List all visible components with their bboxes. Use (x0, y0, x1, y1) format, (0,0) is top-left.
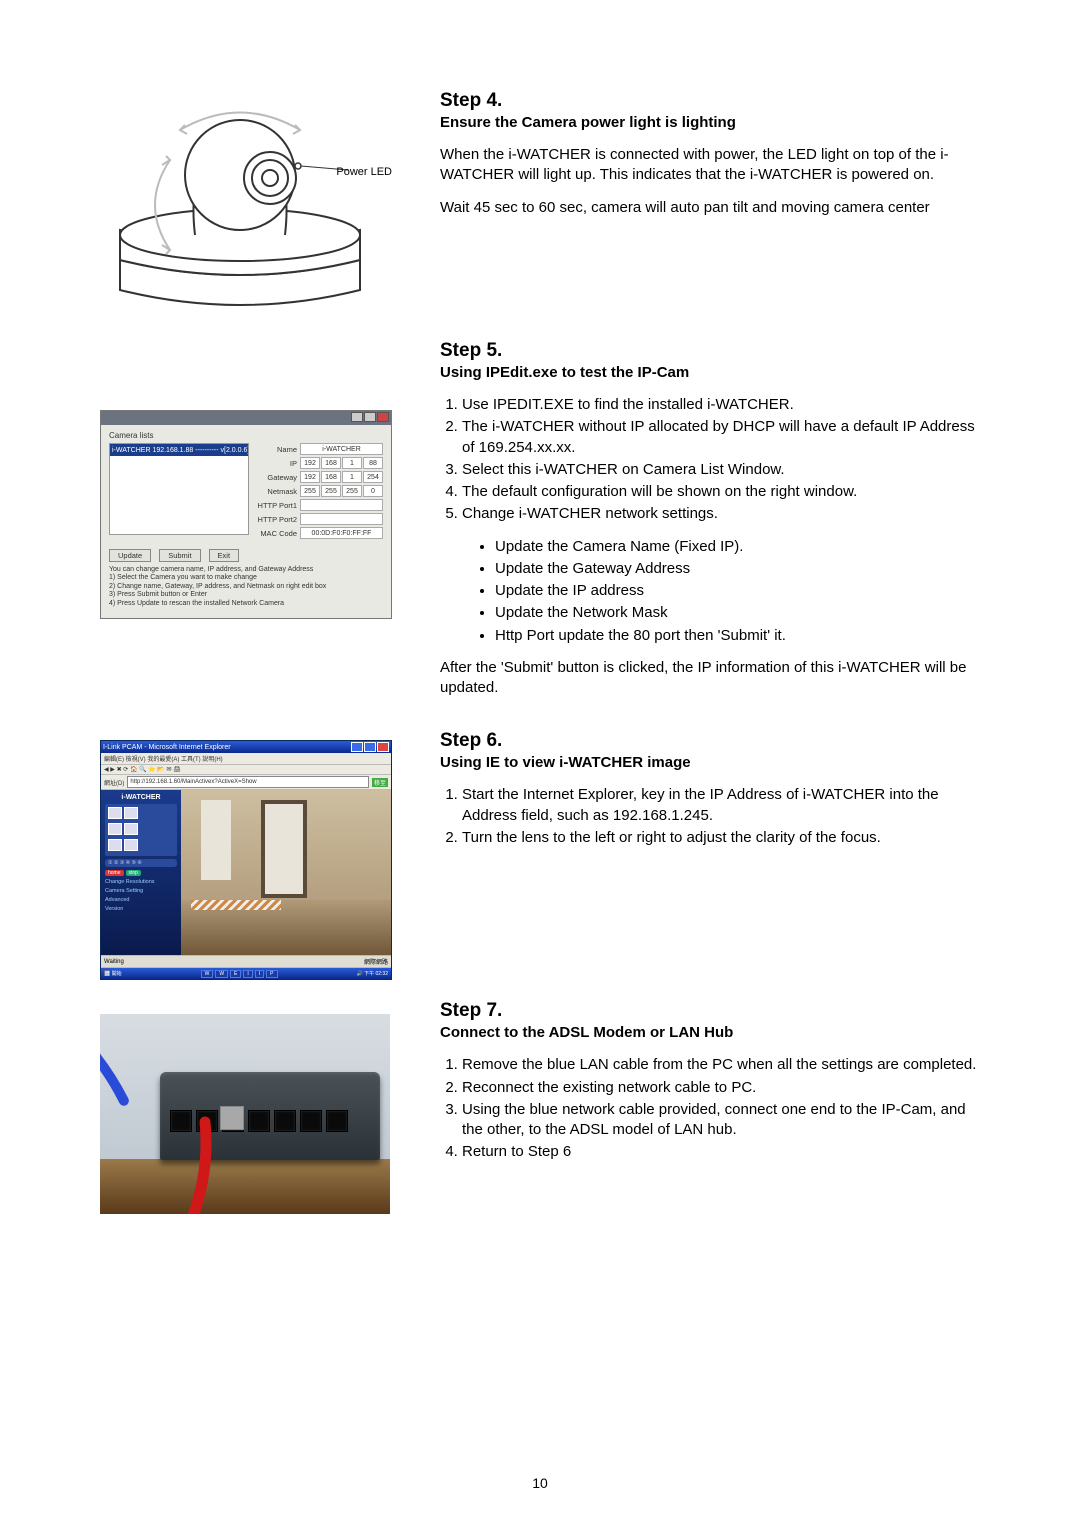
sidebar-link[interactable]: Version (105, 906, 177, 912)
step7-title: Step 7. (440, 1000, 980, 1022)
address-input[interactable]: http://192.168.1.60/MainActivex?ActiveX=… (127, 776, 369, 788)
step4-p2: Wait 45 sec to 60 sec, camera will auto … (440, 198, 980, 218)
http2-label: HTTP Port2 (255, 515, 297, 524)
list-item: Remove the blue LAN cable from the PC wh… (462, 1055, 980, 1075)
stop-button[interactable]: stop (126, 870, 141, 876)
list-item: Update the Camera Name (Fixed IP). (495, 537, 980, 557)
step4-row: Power LED Step 4. Ensure the Camera powe… (100, 90, 980, 320)
close-icon[interactable] (377, 742, 389, 752)
ie-window: I-Link PCAM - Microsoft Internet Explore… (100, 740, 392, 980)
list-item: The i-WATCHER without IP allocated by DH… (462, 417, 980, 458)
list-item: Change i-WATCHER network settings. (462, 504, 980, 524)
maximize-icon[interactable] (364, 742, 376, 752)
camera-list-item[interactable]: i-WATCHER 192.168.1.88 ---------- v[2.0.… (110, 444, 248, 456)
list-item: Reconnect the existing network cable to … (462, 1078, 980, 1098)
list-item: The default configuration will be shown … (462, 482, 980, 502)
ie-toolbar[interactable]: ◀ ▶ ✖ ⟳ 🏠 🔍 ⭐ 📂 ✉ 🖨 (101, 765, 391, 775)
ipedit-tips: You can change camera name, IP address, … (109, 566, 383, 608)
list-item: Using the blue network cable provided, c… (462, 1100, 980, 1141)
http1-label: HTTP Port1 (255, 501, 297, 510)
mac-label: MAC Code (255, 529, 297, 538)
step6-title: Step 6. (440, 730, 980, 752)
ip-label: IP (255, 459, 297, 468)
gateway-input[interactable]: 192 168 1 254 (300, 471, 383, 483)
step4-subtitle: Ensure the Camera power light is lightin… (440, 114, 980, 131)
step6-row: I-Link PCAM - Microsoft Internet Explore… (100, 730, 980, 980)
step7-subtitle: Connect to the ADSL Modem or LAN Hub (440, 1024, 980, 1041)
step5-bullets: Update the Camera Name (Fixed IP). Updat… (440, 537, 980, 646)
ptz-controls[interactable] (105, 804, 177, 856)
step5-title: Step 5. (440, 340, 980, 362)
exit-button[interactable]: Exit (209, 549, 240, 562)
ie-sidebar: i-WATCHER ① ② ③ ④ ⑤ ⑥ home stop Change R… (101, 790, 181, 955)
camera-illustration: Power LED (100, 90, 380, 320)
preset-row[interactable]: ① ② ③ ④ ⑤ ⑥ (105, 859, 177, 867)
router-photo (100, 1014, 390, 1214)
ip-input[interactable]: 192 168 1 88 (300, 457, 383, 469)
step4-p1: When the i-WATCHER is connected with pow… (440, 145, 980, 186)
list-item: Turn the lens to the left or right to ad… (462, 828, 980, 848)
camera-list[interactable]: i-WATCHER 192.168.1.88 ---------- v[2.0.… (109, 443, 249, 535)
http2-input[interactable] (300, 513, 383, 525)
step5-after: After the 'Submit' button is clicked, th… (440, 658, 980, 699)
list-item: Http Port update the 80 port then 'Submi… (495, 626, 980, 646)
ie-menubar[interactable]: 編輯(E) 檢視(V) 我的最愛(A) 工具(T) 說明(H) (101, 753, 391, 765)
step5-list: Use IPEDIT.EXE to find the installed i-W… (440, 395, 980, 525)
minimize-icon[interactable] (351, 412, 363, 422)
ie-statusbar: Waiting網際網路 (101, 955, 391, 967)
red-cable-icon (100, 1074, 370, 1214)
sidebar-link[interactable]: Change Resolutions (105, 879, 177, 885)
update-button[interactable]: Update (109, 549, 151, 562)
list-item: Return to Step 6 (462, 1142, 980, 1162)
ie-addressbar: 網址(D) http://192.168.1.60/MainActivex?Ac… (101, 775, 391, 790)
list-item: Update the Gateway Address (495, 559, 980, 579)
list-item: Update the IP address (495, 581, 980, 601)
step5-row: Camera lists i-WATCHER 192.168.1.88 ----… (100, 340, 980, 710)
name-input[interactable]: i-WATCHER (300, 443, 383, 455)
step4-title: Step 4. (440, 90, 980, 112)
list-item: Select this i-WATCHER on Camera List Win… (462, 460, 980, 480)
list-item: Use IPEDIT.EXE to find the installed i-W… (462, 395, 980, 415)
ie-title: I-Link PCAM - Microsoft Internet Explore… (103, 744, 231, 751)
sidebar-link[interactable]: Advanced (105, 897, 177, 903)
mac-value: 00:0D:F0:F0:FF:FF (300, 527, 383, 539)
windows-taskbar[interactable]: 🪟 開始 WWE IIP 🔊 下午 02:32 (101, 967, 391, 979)
submit-button[interactable]: Submit (159, 549, 200, 562)
power-led-label: Power LED (336, 166, 392, 178)
addr-label: 網址(D) (104, 778, 124, 787)
camera-video-feed (181, 790, 391, 955)
ie-titlebar: I-Link PCAM - Microsoft Internet Explore… (101, 741, 391, 753)
step7-list: Remove the blue LAN cable from the PC wh… (440, 1055, 980, 1162)
netmask-label: Netmask (255, 487, 297, 496)
sidebar-link[interactable]: Camera Setting (105, 888, 177, 894)
http1-input[interactable] (300, 499, 383, 511)
ipedit-form: Name i-WATCHER IP 192 168 1 88 (255, 443, 383, 541)
name-label: Name (255, 445, 297, 454)
document-page: Power LED Step 4. Ensure the Camera powe… (0, 0, 1080, 1527)
step6-list: Start the Internet Explorer, key in the … (440, 785, 980, 848)
gateway-label: Gateway (255, 473, 297, 482)
maximize-icon[interactable] (364, 412, 376, 422)
sidebar-logo: i-WATCHER (105, 794, 177, 801)
page-number: 10 (0, 1475, 1080, 1491)
ipedit-window: Camera lists i-WATCHER 192.168.1.88 ----… (100, 410, 392, 619)
list-item: Update the Network Mask (495, 603, 980, 623)
close-icon[interactable] (377, 412, 389, 422)
minimize-icon[interactable] (351, 742, 363, 752)
camera-list-label: Camera lists (109, 431, 383, 440)
ipedit-titlebar (101, 411, 391, 425)
step7-row: Step 7. Connect to the ADSL Modem or LAN… (100, 1000, 980, 1214)
netmask-input[interactable]: 255 255 255 0 (300, 485, 383, 497)
step5-subtitle: Using IPEdit.exe to test the IP-Cam (440, 364, 980, 381)
step6-subtitle: Using IE to view i-WATCHER image (440, 754, 980, 771)
list-item: Start the Internet Explorer, key in the … (462, 785, 980, 826)
home-button[interactable]: home (105, 870, 124, 876)
go-button[interactable]: 移至 (372, 778, 388, 787)
